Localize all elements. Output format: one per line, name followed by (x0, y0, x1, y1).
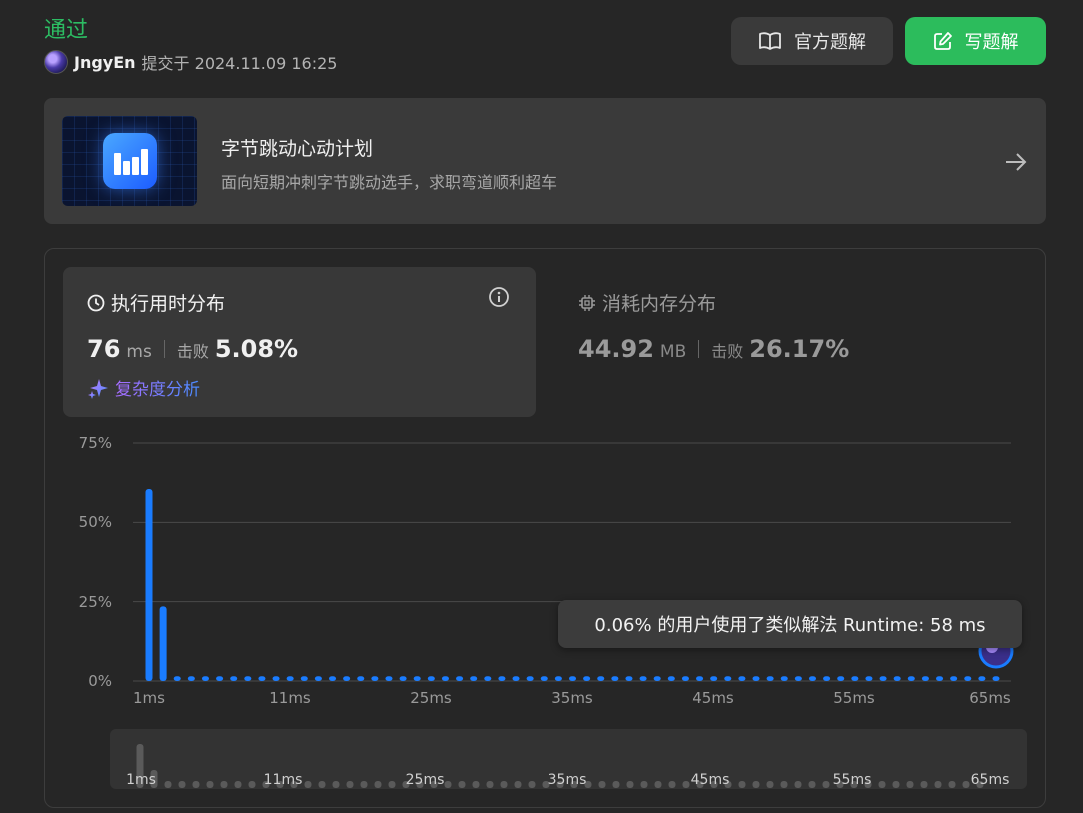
promo-image (62, 116, 197, 206)
mini-bar (500, 781, 508, 788)
mini-bar (360, 781, 368, 788)
chart-range-slider[interactable]: 1ms 11ms 25ms 35ms 45ms 55ms 65ms (110, 729, 1027, 789)
mini-bar (318, 781, 326, 788)
clock-icon (87, 294, 105, 311)
promo-banner[interactable]: 字节跳动心动计划 面向短期冲刺字节跳动选手，求职弯道顺利超车 (44, 98, 1046, 224)
divider (163, 340, 165, 358)
mini-bar (332, 781, 340, 788)
mini-tick-label: 65ms (970, 772, 1010, 788)
status-title: 通过 (44, 18, 89, 43)
mini-bar (458, 781, 466, 788)
book-icon (759, 32, 781, 50)
mini-bar (374, 781, 382, 788)
runtime-value: 76 (87, 335, 121, 363)
mini-bar (808, 781, 816, 788)
username[interactable]: JngyEn (74, 53, 136, 72)
complexity-analysis-link[interactable]: 复杂度分析 (87, 375, 200, 400)
memory-heading: 消耗内存分布 (578, 289, 716, 316)
runtime-heading: 执行用时分布 (87, 289, 225, 316)
mini-bar (178, 781, 186, 788)
avatar[interactable] (44, 50, 68, 74)
bytedance-logo (103, 133, 157, 189)
divider (698, 340, 700, 358)
x-tick-label: 35ms (551, 689, 593, 707)
info-icon[interactable] (488, 286, 510, 308)
memory-value: 44.92 (578, 335, 654, 363)
memory-beat-label: 击败 (711, 342, 744, 361)
x-tick-label: 55ms (833, 689, 875, 707)
promo-title: 字节跳动心动计划 (221, 138, 374, 160)
mini-tick-label: 11ms (263, 772, 303, 788)
runtime-card[interactable]: 执行用时分布 76 ms 击败 5.08% 复杂度分析 (63, 267, 536, 417)
y-tick-label: 0% (88, 672, 112, 690)
runtime-beat-percent: 5.08% (214, 335, 299, 363)
mini-tick-label: 55ms (832, 772, 872, 788)
memory-card[interactable]: 消耗内存分布 44.92 MB 击败 26.17% (578, 267, 998, 417)
runtime-title: 执行用时分布 (111, 293, 226, 315)
mini-bar (654, 781, 662, 788)
mini-bar (206, 781, 214, 788)
memory-beat-percent: 26.17% (749, 335, 850, 363)
chip-icon (579, 294, 595, 311)
x-tick-label: 45ms (692, 689, 734, 707)
official-solution-button[interactable]: 官方题解 (731, 17, 893, 65)
y-tick-label: 50% (78, 513, 112, 532)
mini-bar (472, 781, 480, 788)
mini-bar (948, 781, 956, 788)
mini-bar (612, 781, 620, 788)
mini-bar (234, 781, 242, 788)
mini-tick-label: 1ms (126, 772, 156, 788)
mini-bar (486, 781, 494, 788)
promo-description: 面向短期冲刺字节跳动选手，求职弯道顺利超车 (221, 173, 558, 192)
mini-bar (514, 781, 522, 788)
arrow-right-icon (1006, 153, 1027, 171)
sparkle-icon (88, 378, 108, 399)
mini-bar (528, 781, 536, 788)
runtime-metric: 76 ms 击败 5.08% (87, 335, 298, 363)
x-tick-label: 65ms (969, 689, 1011, 707)
mini-tick-label: 35ms (547, 772, 587, 788)
x-tick-label: 1ms (133, 689, 165, 707)
mini-bar (668, 781, 676, 788)
runtime-beat-label: 击败 (176, 342, 209, 361)
memory-title: 消耗内存分布 (602, 293, 717, 315)
mini-bar (752, 781, 760, 788)
mini-bar (780, 781, 788, 788)
mini-tick-label: 45ms (690, 772, 730, 788)
mini-bar (626, 781, 634, 788)
mini-bar (920, 781, 928, 788)
write-solution-label: 写题解 (964, 32, 1019, 53)
mini-tick-label: 25ms (405, 772, 445, 788)
memory-unit: MB (659, 342, 687, 362)
chart-tooltip: 0.06% 的用户使用了类似解法 Runtime: 58 ms (558, 600, 1022, 648)
mini-bar (640, 781, 648, 788)
write-solution-button[interactable]: 写题解 (905, 17, 1046, 65)
mini-bar (892, 781, 900, 788)
submitted-time: 提交于 2024.11.09 16:25 (141, 54, 338, 73)
mini-bar (346, 781, 354, 788)
official-solution-label: 官方题解 (794, 32, 866, 53)
y-tick-label: 75% (78, 434, 112, 452)
mini-bar (220, 781, 228, 788)
mini-bar (766, 781, 774, 788)
runtime-unit: ms (126, 342, 152, 362)
mini-bar (934, 781, 942, 788)
mini-bar (906, 781, 914, 788)
submission-result-page: 通过 JngyEn 提交于 2024.11.09 16:25 官方题解 写题解 … (0, 0, 1083, 813)
y-tick-label: 25% (78, 592, 112, 611)
memory-metric: 44.92 MB 击败 26.17% (578, 335, 849, 363)
complexity-analysis-label: 复杂度分析 (115, 375, 200, 400)
submission-info: JngyEn 提交于 2024.11.09 16:25 (44, 50, 337, 74)
mini-bar (192, 781, 200, 788)
mini-bar (794, 781, 802, 788)
x-tick-label: 25ms (410, 689, 452, 707)
x-tick-label: 11ms (269, 689, 311, 707)
edit-icon (933, 32, 952, 50)
mini-bar (598, 781, 606, 788)
